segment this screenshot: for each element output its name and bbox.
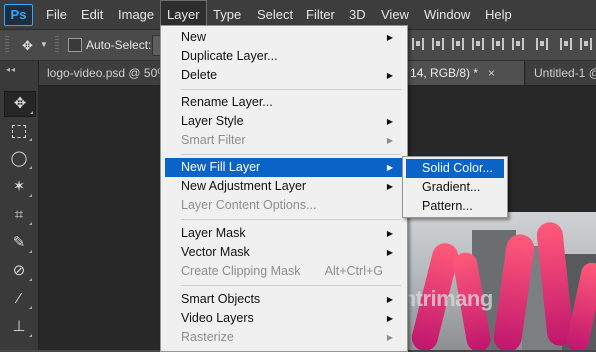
auto-select-label: Auto-Select: bbox=[86, 38, 152, 52]
align-center-icon[interactable] bbox=[492, 38, 504, 50]
menu-item-smart-filter: Smart Filter ▶ bbox=[165, 131, 403, 150]
eyedropper-tool-icon[interactable]: ✎ bbox=[4, 231, 34, 255]
marquee-tool-icon[interactable] bbox=[4, 119, 34, 143]
options-grip[interactable] bbox=[5, 36, 9, 54]
submenu-arrow-icon: ▶ bbox=[386, 33, 393, 42]
canvas-image[interactable] bbox=[402, 212, 596, 350]
submenu-item-gradient[interactable]: Gradient... bbox=[406, 178, 504, 197]
brush-tool-icon[interactable]: ⁄ bbox=[4, 287, 34, 311]
menu-edit[interactable]: Edit bbox=[75, 0, 109, 29]
menu-image[interactable]: Image bbox=[112, 0, 160, 29]
menu-item-vector-mask[interactable]: Vector Mask ▶ bbox=[165, 243, 403, 262]
submenu-arrow-icon: ▶ bbox=[386, 117, 393, 126]
align-middle-icon[interactable] bbox=[432, 38, 444, 50]
menu-item-label: New Adjustment Layer bbox=[181, 179, 307, 193]
submenu-arrow-icon: ▶ bbox=[386, 248, 393, 257]
menu-item-new[interactable]: New ▶ bbox=[165, 28, 403, 47]
align-left-icon[interactable] bbox=[472, 38, 484, 50]
submenu-arrow-icon: ▶ bbox=[386, 163, 393, 172]
menu-item-label: Smart Filter bbox=[181, 133, 246, 147]
lasso-tool-icon[interactable]: ◯ bbox=[4, 147, 34, 171]
menu-item-label: Vector Mask bbox=[181, 245, 250, 259]
menu-item-label: Video Layers bbox=[181, 311, 254, 325]
chevron-down-icon[interactable]: ▼ bbox=[40, 40, 48, 49]
submenu-arrow-icon: ▶ bbox=[386, 71, 393, 80]
close-icon[interactable]: × bbox=[488, 66, 495, 80]
menu-item-rename-layer[interactable]: Rename Layer... bbox=[165, 93, 403, 112]
photoshop-logo: Ps bbox=[4, 4, 33, 26]
align-right-icon[interactable] bbox=[512, 38, 524, 50]
submenu-arrow-icon: ▶ bbox=[386, 314, 393, 323]
move-icon[interactable]: ✥ bbox=[22, 38, 33, 54]
menu-item-label: New Fill Layer bbox=[181, 160, 261, 174]
menu-item-delete[interactable]: Delete ▶ bbox=[165, 66, 403, 85]
menu-item-layer-mask[interactable]: Layer Mask ▶ bbox=[165, 224, 403, 243]
menu-item-layer-style[interactable]: Layer Style ▶ bbox=[165, 112, 403, 131]
submenu-arrow-icon: ▶ bbox=[386, 136, 393, 145]
menu-item-duplicate-layer[interactable]: Duplicate Layer... bbox=[165, 47, 403, 66]
tools-panel: ◂◂ ✥ ◯ ✶ ⌗ ✎ ⊘ ⁄ ⊥ bbox=[0, 61, 39, 350]
submenu-arrow-icon: ▶ bbox=[386, 333, 393, 342]
menu-help[interactable]: Help bbox=[479, 0, 518, 29]
magic-wand-tool-icon[interactable]: ✶ bbox=[4, 175, 34, 199]
menu-item-smart-objects[interactable]: Smart Objects ▶ bbox=[165, 290, 403, 309]
menu-item-rasterize: Rasterize ▶ bbox=[165, 328, 403, 347]
menu-item-label: New bbox=[181, 30, 207, 44]
crop-tool-icon[interactable]: ⌗ bbox=[4, 203, 34, 227]
menu-item-create-clipping-mask: Create Clipping Mask Alt+Ctrl+G bbox=[165, 262, 403, 281]
menu-window[interactable]: Window bbox=[418, 0, 476, 29]
new-fill-layer-submenu: Solid Color... Gradient... Pattern... bbox=[402, 156, 508, 218]
move-tool-icon[interactable]: ✥ bbox=[4, 91, 36, 117]
align-bottom-icon[interactable] bbox=[452, 38, 464, 50]
menu-item-label: Layer Mask bbox=[181, 226, 246, 240]
menu-item-label: Layer Style bbox=[181, 114, 244, 128]
menu-item-label: Rename Layer... bbox=[181, 95, 273, 109]
options-grip bbox=[55, 36, 59, 54]
menu-item-label: Delete bbox=[181, 68, 218, 82]
distribute-top-icon[interactable] bbox=[536, 38, 548, 50]
submenu-item-solid-color[interactable]: Solid Color... bbox=[406, 159, 504, 178]
submenu-arrow-icon: ▶ bbox=[386, 182, 393, 191]
menu-item-new-fill-layer[interactable]: New Fill Layer ▶ bbox=[165, 158, 403, 177]
menu-item-layer-content-options: Layer Content Options... bbox=[165, 196, 403, 215]
collapse-panel-icon[interactable]: ◂◂ bbox=[6, 65, 16, 74]
menu-separator bbox=[181, 89, 401, 90]
distribute-bottom-icon[interactable] bbox=[580, 38, 592, 50]
menu-item-label: Rasterize bbox=[181, 330, 234, 344]
menu-item-new-adjustment-layer[interactable]: New Adjustment Layer ▶ bbox=[165, 177, 403, 196]
menu-item-label: Create Clipping Mask bbox=[181, 264, 301, 278]
submenu-item-pattern[interactable]: Pattern... bbox=[406, 197, 504, 216]
submenu-arrow-icon: ▶ bbox=[386, 229, 393, 238]
tab-untitled-1[interactable]: Untitled-1 @ bbox=[526, 61, 596, 85]
menu-item-label: Smart Objects bbox=[181, 292, 261, 306]
menu-item-label: Layer Content Options... bbox=[181, 198, 317, 212]
menu-item-video-layers[interactable]: Video Layers ▶ bbox=[165, 309, 403, 328]
clone-stamp-tool-icon[interactable]: ⊥ bbox=[4, 315, 34, 339]
menu-file[interactable]: File bbox=[40, 0, 73, 29]
tab-label: logo-video.psd @ 50% bbox=[47, 66, 168, 80]
menu-separator bbox=[181, 219, 401, 220]
menu-separator bbox=[181, 285, 401, 286]
align-top-icon[interactable] bbox=[412, 38, 424, 50]
shortcut-label: Alt+Ctrl+G bbox=[324, 264, 383, 278]
tab-label: Untitled-1 @ bbox=[534, 66, 596, 80]
submenu-arrow-icon: ▶ bbox=[386, 295, 393, 304]
distribute-middle-icon[interactable] bbox=[560, 38, 572, 50]
layer-menu-dropdown: New ▶ Duplicate Layer... Delete ▶ Rename L… bbox=[160, 25, 408, 352]
auto-select-checkbox[interactable] bbox=[68, 38, 82, 52]
healing-brush-tool-icon[interactable]: ⊘ bbox=[4, 259, 34, 283]
menu-item-label: Duplicate Layer... bbox=[181, 49, 278, 63]
tab-logo-video[interactable]: logo-video.psd @ 50% bbox=[39, 61, 179, 85]
menu-separator bbox=[181, 154, 401, 155]
